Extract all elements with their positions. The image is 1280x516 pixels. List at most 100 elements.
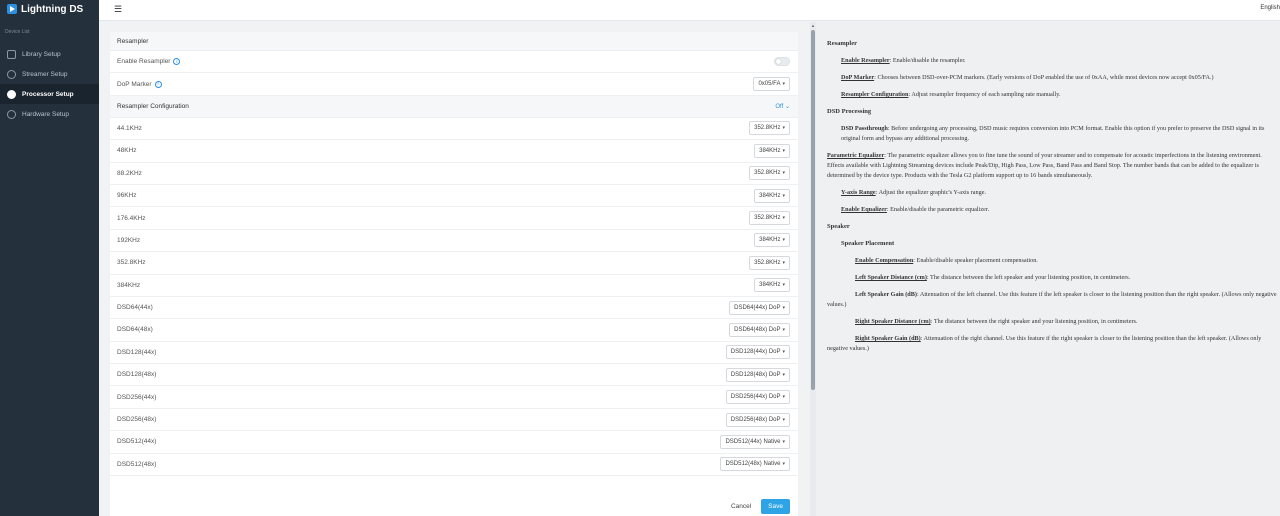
help-entry: Left Speaker Gain (dB): Attenuation of t… <box>827 291 1277 308</box>
rate-select-value: 384KHz <box>759 237 781 244</box>
rate-select-value: 352.8KHz <box>754 125 781 132</box>
help-entry: Right Speaker Gain (dB): Attenuation of … <box>827 335 1262 352</box>
resampler-rate-row: DSD256(48x) DSD256(48x) DoP ▾ <box>110 409 798 432</box>
caret-down-icon: ▾ <box>782 461 785 468</box>
help-entry: Resampler Configuration: Adjust resample… <box>841 91 1061 98</box>
resampler-config-title: Resampler Configuration <box>117 102 189 110</box>
rate-select[interactable]: DSD128(44x) DoP ▾ <box>725 345 790 360</box>
resampler-rate-row: DSD256(44x) DSD256(44x) DoP ▾ <box>110 386 798 409</box>
rate-label: 192KHz <box>117 236 141 244</box>
rate-label: DSD64(44x) <box>117 304 153 312</box>
rate-select[interactable]: DSD64(44x) DoP ▾ <box>729 300 790 315</box>
rate-select[interactable]: 352.8KHz ▾ <box>749 211 790 226</box>
caret-down-icon: ▾ <box>782 259 785 266</box>
rate-select[interactable]: DSD128(48x) DoP ▾ <box>725 367 790 382</box>
help-entry: Y-axis Range: Adjust the equalizer graph… <box>841 189 987 196</box>
help-panel: Resampler Enable Resampler: Enable/disab… <box>816 22 1280 516</box>
caret-down-icon: ▾ <box>782 416 785 423</box>
rate-select[interactable]: 352.8KHz ▾ <box>749 255 790 270</box>
rate-select[interactable]: DSD512(48x) Native ▾ <box>720 457 790 472</box>
sidebar-item-hardware-setup[interactable]: Hardware Setup <box>0 104 99 124</box>
rate-select[interactable]: DSD256(48x) DoP ▾ <box>725 412 790 427</box>
caret-down-icon: ▾ <box>782 170 785 177</box>
rate-select[interactable]: DSD64(48x) DoP ▾ <box>729 322 790 337</box>
caret-down-icon: ▾ <box>782 192 785 199</box>
scrollbar-thumb[interactable] <box>811 30 815 390</box>
rate-select-value: 384KHz <box>759 282 781 289</box>
rate-select[interactable]: 384KHz ▾ <box>754 233 790 248</box>
rate-label: 44.1KHz <box>117 124 142 132</box>
caret-down-icon: ▾ <box>782 81 785 88</box>
resampler-rate-row: DSD64(44x) DSD64(44x) DoP ▾ <box>110 297 798 320</box>
save-button[interactable]: Save <box>761 499 790 514</box>
sidebar-item-library-setup[interactable]: Library Setup <box>0 44 99 64</box>
help-entry: Right Speaker Distance (cm): The distanc… <box>855 318 1138 325</box>
language-selector[interactable]: English <box>1260 5 1280 11</box>
rate-select[interactable]: 352.8KHz ▾ <box>749 166 790 181</box>
help-speaker-title: Speaker <box>827 223 850 230</box>
resampler-rate-row: 352.8KHz 352.8KHz ▾ <box>110 252 798 275</box>
scroll-up-icon[interactable]: ▲ <box>811 23 815 28</box>
rate-select-value: 384KHz <box>759 147 781 154</box>
rate-label: DSD128(48x) <box>117 371 157 379</box>
info-icon[interactable]: i <box>154 80 162 88</box>
enable-resampler-label: Enable Resampler <box>117 58 171 66</box>
play-icon <box>7 69 16 79</box>
menu-icon[interactable]: ☰ <box>114 4 122 15</box>
rate-select[interactable]: DSD512(44x) Native ▾ <box>720 434 790 449</box>
dop-marker-label: DoP Marker <box>117 80 152 88</box>
rate-select-value: DSD64(44x) DoP <box>734 304 781 311</box>
help-entry: Enable Resampler: Enable/disable the res… <box>841 57 966 64</box>
caret-down-icon: ▾ <box>782 125 785 132</box>
resampler-config-header[interactable]: Resampler Configuration Off ⌄ <box>110 95 798 118</box>
rate-select-value: 352.8KHz <box>754 170 781 177</box>
resampler-panel: Resampler Enable Resampler i DoP Marker … <box>110 32 798 516</box>
rate-select[interactable]: 384KHz ▾ <box>754 188 790 203</box>
info-icon[interactable]: i <box>173 58 181 66</box>
sidebar-item-label: Streamer Setup <box>22 70 68 78</box>
rate-select-value: 352.8KHz <box>754 259 781 266</box>
rate-select[interactable]: DSD256(44x) DoP ▾ <box>725 390 790 405</box>
resampler-rate-row: 88.2KHz 352.8KHz ▾ <box>110 163 798 185</box>
rate-select[interactable]: 384KHz ▾ <box>754 143 790 158</box>
resampler-rate-row: 96KHz 384KHz ▾ <box>110 185 798 208</box>
help-entry: Enable Compensation: Enable/disable spea… <box>855 257 1038 264</box>
resampler-rate-row: DSD512(44x) DSD512(44x) Native ▾ <box>110 431 798 454</box>
cancel-button[interactable]: Cancel <box>727 500 755 513</box>
rate-select-value: DSD256(44x) DoP <box>730 394 781 401</box>
brand[interactable]: Lightning DS <box>0 0 99 18</box>
help-entry: Enable Equalizer: Enable/disable the par… <box>841 206 990 213</box>
rate-label: DSD128(44x) <box>117 348 157 356</box>
resampler-config-toggle[interactable]: Off ⌄ <box>775 103 790 110</box>
rate-label: 384KHz <box>117 281 141 289</box>
help-entry: Left Speaker Distance (cm): The distance… <box>855 274 1131 281</box>
rate-label: DSD256(48x) <box>117 416 157 424</box>
enable-resampler-toggle[interactable] <box>774 57 790 67</box>
rate-label: 88.2KHz <box>117 169 142 177</box>
dop-marker-select[interactable]: 0x05/FA ▾ <box>753 77 790 92</box>
resampler-rate-row: 44.1KHz 352.8KHz ▾ <box>110 118 798 141</box>
rate-select-value: DSD512(44x) Native <box>725 438 781 445</box>
resampler-rate-row: DSD512(48x) DSD512(48x) Native ▾ <box>110 454 798 477</box>
help-speaker-placement-title: Speaker Placement <box>841 240 895 247</box>
resampler-rate-row: DSD128(48x) DSD128(48x) DoP ▾ <box>110 364 798 387</box>
caret-down-icon: ▾ <box>782 215 785 222</box>
processor-icon <box>7 89 16 99</box>
rate-label: 96KHz <box>117 192 137 200</box>
help-entry: DSD Passthrough: Before undergoing any p… <box>841 125 1265 142</box>
rate-select-value: DSD256(48x) DoP <box>730 416 781 423</box>
sidebar-item-processor-setup[interactable]: Processor Setup <box>0 84 99 104</box>
resampler-rate-row: DSD64(48x) DSD64(48x) DoP ▾ <box>110 319 798 342</box>
caret-down-icon: ▾ <box>782 349 785 356</box>
rate-select[interactable]: 352.8KHz ▾ <box>749 121 790 136</box>
rate-select-value: DSD128(48x) DoP <box>730 371 781 378</box>
rate-select[interactable]: 384KHz ▾ <box>754 278 790 293</box>
resampler-rate-list: 44.1KHz 352.8KHz ▾ 48KHz 384KHz ▾ 88.2KHz 352.8… <box>110 118 798 477</box>
rate-label: 176.4KHz <box>117 214 146 222</box>
enable-resampler-row: Enable Resampler i <box>110 51 798 74</box>
caret-down-icon: ▾ <box>782 237 785 244</box>
gear-icon <box>7 109 16 119</box>
sidebar-item-streamer-setup[interactable]: Streamer Setup <box>0 64 99 84</box>
rate-label: DSD512(48x) <box>117 460 157 468</box>
resampler-rate-row: 176.4KHz 352.8KHz ▾ <box>110 207 798 230</box>
